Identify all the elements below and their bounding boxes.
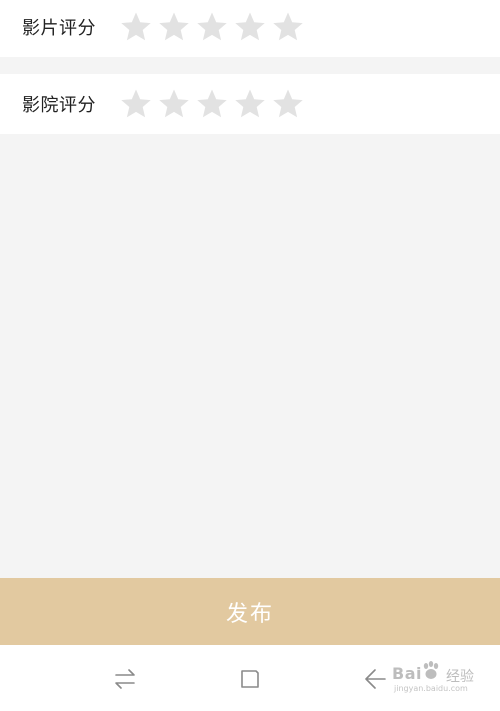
square-home-icon (241, 670, 259, 688)
film-rating-row: 影片评分 (0, 0, 500, 57)
review-page: 影片评分 影院评分 发布 Bai 经验 jingyan.baidu.com (0, 0, 500, 711)
film-star-4[interactable] (234, 11, 266, 43)
cinema-star-3[interactable] (196, 88, 228, 120)
star-icon (197, 89, 227, 118)
swap-arrows-icon (115, 669, 135, 689)
nav-home-button[interactable] (237, 666, 263, 692)
star-icon (121, 12, 151, 41)
star-icon (197, 12, 227, 41)
film-rating-label: 影片评分 (22, 18, 96, 39)
star-icon (159, 12, 189, 41)
film-rating-stars (120, 11, 304, 43)
system-nav-bar: Bai 经验 jingyan.baidu.com (0, 645, 500, 711)
film-star-5[interactable] (272, 11, 304, 43)
film-star-1[interactable] (120, 11, 152, 43)
nav-recent-button[interactable] (112, 666, 138, 692)
paw-icon (423, 661, 439, 679)
star-icon (235, 89, 265, 118)
star-icon (235, 12, 265, 41)
cinema-star-5[interactable] (272, 88, 304, 120)
publish-button[interactable]: 发布 (0, 578, 500, 645)
cinema-rating-row: 影院评分 (0, 74, 500, 134)
cinema-rating-stars (120, 88, 304, 120)
cinema-star-1[interactable] (120, 88, 152, 120)
star-icon (273, 89, 303, 118)
star-icon (121, 89, 151, 118)
watermark-logo: Bai (392, 664, 422, 683)
film-star-3[interactable] (196, 11, 228, 43)
star-icon (273, 12, 303, 41)
cinema-star-4[interactable] (234, 88, 266, 120)
star-icon (159, 89, 189, 118)
film-star-2[interactable] (158, 11, 190, 43)
cinema-rating-label: 影院评分 (22, 95, 96, 116)
watermark-url: jingyan.baidu.com (394, 684, 468, 693)
watermark-logo-suffix: 经验 (446, 669, 474, 685)
cinema-star-2[interactable] (158, 88, 190, 120)
baidu-watermark: Bai 经验 jingyan.baidu.com (380, 658, 492, 698)
